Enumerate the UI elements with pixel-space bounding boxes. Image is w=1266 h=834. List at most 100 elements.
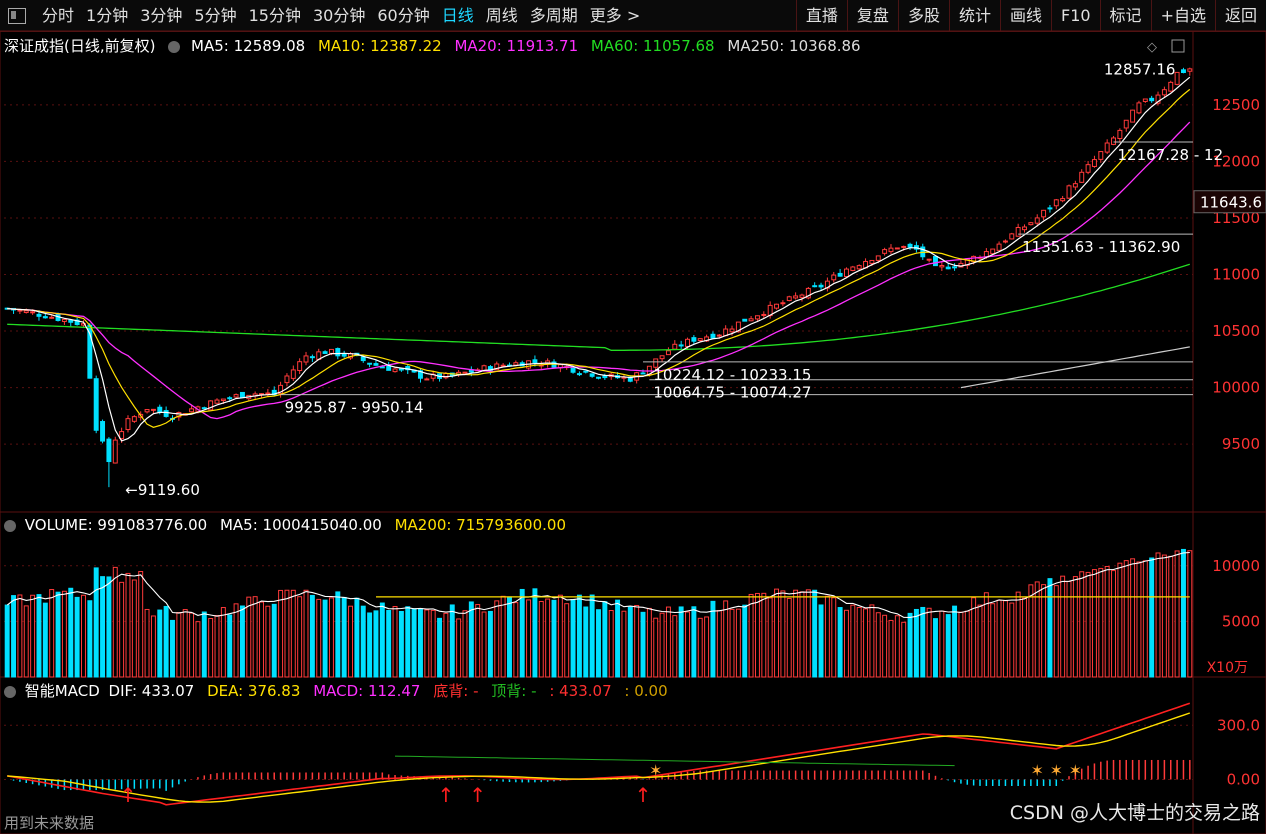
volume-bar-down [532,588,538,678]
candle-down [163,410,169,417]
candle-up [214,399,220,404]
volume-bar-up [220,607,226,678]
volume-bar-down [907,612,913,678]
volume-bar-down [1047,578,1053,678]
volume-bar-up [557,594,563,678]
expand-icon [1171,39,1185,53]
candle-up [697,338,703,341]
red-arrow-icon: ↑ [438,783,455,807]
candle-up [672,343,678,350]
candle-up [882,249,888,254]
candle-up [392,368,398,373]
volume-bar-up [443,612,449,678]
volume-bar-up [767,597,773,678]
volume-bar-down [87,600,93,678]
volume-bar-up [774,588,780,678]
volume-bar-up [1002,600,1008,678]
candle-down [157,406,163,413]
volume-bar-up [23,605,29,678]
volume-bar-down [812,589,818,678]
gold-mark-icon: ✶ [1069,761,1082,780]
candle-down [100,421,106,442]
volume-bar-down [379,602,385,678]
volume-bar-up [456,618,462,678]
candle-down [1149,97,1155,102]
candle-up [49,316,55,319]
volume-bar-up [863,608,869,678]
volume-bar-down [615,599,621,678]
volume-bar-down [93,567,99,678]
volume-bar-up [1098,567,1104,678]
candle-up [23,310,29,313]
macd-tick-label: 0.00 [1227,770,1260,788]
volume-bar-down [11,595,17,678]
volume-bar-up [564,603,570,678]
volume-bar-down [163,605,169,678]
volume-unit-label: X10万 [1207,660,1248,676]
volume-bar-down [36,594,42,678]
annotation-label: 12167.28 - 12 [1118,146,1224,164]
candle-up [748,318,754,322]
volume-bar-down [596,609,601,678]
volume-bar-up [1104,565,1110,678]
volume-bar-up [634,604,640,678]
volume-bar-up [653,617,659,678]
volume-bar-down [678,606,684,678]
red-arrow-icon: ↑ [635,783,652,807]
volume-settings-icon[interactable] [4,519,16,532]
price-tick-label: 10000 [1212,379,1260,397]
volume-bar-up [793,589,799,678]
candle-down [691,337,697,342]
candle-up [189,408,195,413]
candle-up [990,248,996,255]
chart-frame [0,30,1266,834]
volume-bar-down [945,614,951,678]
volume-bar-up [646,607,652,678]
candle-up [303,355,309,363]
candle-up [685,338,690,347]
ma5-line [7,76,1191,442]
ma250-line [960,346,1190,389]
volume-bar-down [640,611,646,678]
candle-up [1022,226,1027,231]
candle-up [1085,164,1091,173]
volume-bar-up [786,597,792,678]
volume-bar-down [335,591,341,678]
candle-up [665,350,671,356]
volume-bar-down [4,604,10,678]
candle-down [589,373,595,377]
volume-bar-down [55,591,61,678]
volume-bar-up [844,609,849,678]
candle-up [901,245,907,248]
candle-down [1047,207,1053,210]
kline-chart: 950010000105001100011500120001250011643.… [0,30,1266,834]
volume-bar-down [920,606,926,678]
volume-bar-up [971,597,977,678]
macd-tick-label: 300.0 [1217,716,1260,734]
candle-up [761,313,767,316]
settings-icon[interactable] [168,40,181,53]
volume-bar-down [742,604,748,678]
volume-bar-down [1180,548,1186,678]
macd-settings-icon[interactable] [4,685,16,698]
volume-bar-up [754,592,760,678]
extra-value-2: : 0.00 [624,682,668,700]
volume-bar-up [1079,571,1085,678]
candle-up [1034,217,1040,224]
volume-bar-up [983,592,989,678]
volume-bar-up [831,597,837,678]
volume-bar-up [894,615,900,678]
volume-bar-down [837,607,843,678]
volume-bar-up [176,612,182,678]
volume-bar-up [259,601,264,678]
candle-down [386,365,392,371]
volume-bar-down [106,576,112,678]
candle-up [112,439,118,464]
volume-bar-down [341,596,347,678]
volume-bar-up [1117,562,1123,678]
volume-bar-up [195,621,201,678]
volume-bar-down [1149,557,1155,678]
volume-bar-up [290,589,296,678]
candle-down [640,372,646,375]
volume-bar-up [665,606,671,678]
